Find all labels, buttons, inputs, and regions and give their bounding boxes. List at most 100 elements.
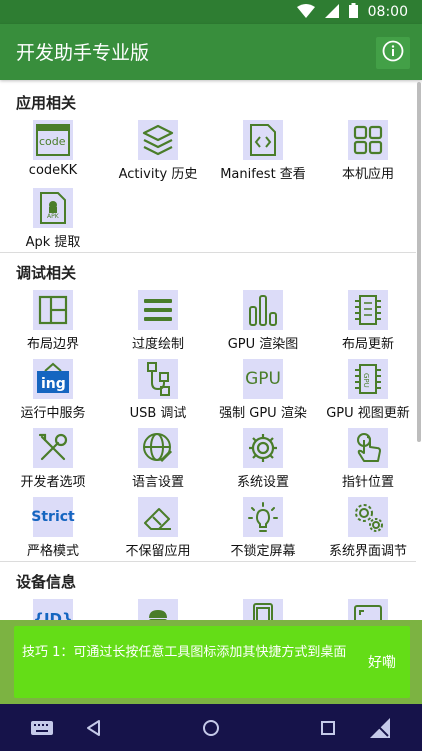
tool-gpu-render-graph[interactable]: GPU 渲染图 (210, 290, 316, 356)
layers-icon (138, 120, 178, 160)
id-icon-text: {ID} (33, 610, 73, 620)
back-icon[interactable] (78, 712, 110, 744)
gears-icon (348, 497, 388, 537)
signal-icon (324, 3, 339, 22)
apps-grid-icon (348, 120, 388, 160)
section-divider (0, 252, 416, 253)
gear-icon (243, 428, 283, 468)
code-icon: code (33, 120, 73, 160)
tool-label: 指针位置 (341, 475, 394, 490)
usb-cable-icon (138, 359, 178, 399)
battery-icon (348, 2, 358, 22)
tools-icon (33, 428, 73, 468)
strict-icon-text: Strict (31, 509, 75, 525)
tool-pointer-location[interactable]: 指针位置 (315, 428, 421, 494)
tool-device-id[interactable]: {ID} (0, 599, 106, 620)
tool-layout-update[interactable]: 布局更新 (315, 290, 421, 356)
tool-label: 系统界面调节 (328, 544, 407, 559)
tool-system-settings[interactable]: 系统设置 (210, 428, 316, 494)
tool-label: codeKK (28, 163, 78, 178)
phone-icon (243, 599, 283, 620)
tool-label: GPU 渲染图 (227, 337, 299, 352)
section-title-app: 应用相关 (16, 94, 77, 112)
tool-codekk[interactable]: code codeKK (0, 120, 106, 186)
app-bar: 开发助手专业版 (0, 24, 422, 80)
code-icon-text: code (39, 135, 66, 148)
recents-icon[interactable] (312, 712, 344, 744)
tip-text: 技巧 1：可通过长按任意工具图标添加其快捷方式到桌面 (22, 645, 347, 660)
tool-screen-info[interactable] (315, 599, 421, 620)
tool-label: 严格模式 (26, 544, 79, 559)
layout-bounds-icon (33, 290, 73, 330)
gpu-chip-icon-text: GPU (362, 373, 370, 388)
section-title-debug: 调试相关 (16, 264, 77, 282)
tool-strict-mode[interactable]: Strict 严格模式 (0, 497, 106, 563)
gpu-chip-icon: GPU (348, 359, 388, 399)
tool-apk-extract[interactable]: APK Apk 提取 (0, 188, 106, 254)
dismiss-keyboard-icon[interactable] (364, 712, 396, 744)
tool-label: Manifest 查看 (220, 167, 306, 182)
info-icon (382, 40, 404, 66)
tool-label: Apk 提取 (25, 235, 81, 250)
section-title-device: 设备信息 (16, 573, 77, 591)
tool-force-gpu[interactable]: GPU 强制 GPU 渲染 (210, 359, 316, 425)
tool-phone-info[interactable] (210, 599, 316, 620)
android-icon (138, 599, 178, 620)
tool-label: 布局更新 (341, 337, 394, 352)
services-icon-text: ing (41, 376, 66, 392)
tool-stay-awake[interactable]: 不锁定屏幕 (210, 497, 316, 563)
wifi-icon (296, 3, 315, 22)
tool-label: 不锁定屏幕 (230, 544, 296, 559)
tool-label: USB 调试 (129, 406, 187, 421)
tip-card: 技巧 1：可通过长按任意工具图标添加其快捷方式到桌面 好嘞 (14, 626, 410, 698)
gpu-icon-text: GPU (245, 369, 281, 389)
tool-activity-history[interactable]: Activity 历史 (105, 120, 211, 186)
tool-label: 本机应用 (341, 167, 394, 182)
tool-label: 过度绘制 (131, 337, 184, 352)
tool-label: 开发者选项 (20, 475, 86, 490)
tool-label: 强制 GPU 渲染 (219, 406, 307, 421)
status-time: 08:00 (367, 4, 408, 20)
gpu-text-icon: GPU (243, 359, 283, 399)
tool-label: 布局边界 (26, 337, 79, 352)
id-icon: {ID} (33, 599, 73, 620)
bar-chart-icon (243, 290, 283, 330)
apk-file-icon: APK (33, 188, 73, 228)
navigation-bar (0, 704, 422, 751)
lightbulb-icon (243, 497, 283, 537)
tip-snackbar: 技巧 1：可通过长按任意工具图标添加其快捷方式到桌面 好嘞 (0, 620, 422, 704)
menu-lines-icon (138, 290, 178, 330)
scrollbar[interactable] (417, 82, 421, 442)
layout-update-icon (348, 290, 388, 330)
tip-ok-button[interactable]: 好嘞 (368, 652, 396, 672)
tool-developer-options[interactable]: 开发者选项 (0, 428, 106, 494)
tool-usb-debug[interactable]: USB 调试 (105, 359, 211, 425)
home-icon[interactable] (195, 712, 227, 744)
status-icons: 08:00 (296, 2, 408, 22)
tool-label: 运行中服务 (20, 406, 86, 421)
tool-label: Activity 历史 (118, 167, 198, 182)
strict-text-icon: Strict (31, 497, 75, 537)
keyboard-icon[interactable] (26, 712, 58, 744)
tool-dont-keep-activities[interactable]: 不保留应用 (105, 497, 211, 563)
tool-manifest[interactable]: Manifest 查看 (210, 120, 316, 186)
tool-label: 系统设置 (236, 475, 289, 490)
tool-installed-apps[interactable]: 本机应用 (315, 120, 421, 186)
tool-language-settings[interactable]: 语言设置 (105, 428, 211, 494)
tool-system-ui-tuner[interactable]: 系统界面调节 (315, 497, 421, 563)
section-divider (0, 561, 416, 562)
screen-icon (348, 599, 388, 620)
pointer-hand-icon (348, 428, 388, 468)
tool-gpu-view-update[interactable]: GPU GPU 视图更新 (315, 359, 421, 425)
eraser-icon (138, 497, 178, 537)
info-button[interactable] (376, 37, 410, 69)
tool-list[interactable]: 应用相关 code codeKK Activity 历史 Manifest 查看 (0, 80, 422, 620)
tool-layout-bounds[interactable]: 布局边界 (0, 290, 106, 356)
tool-label: 语言设置 (131, 475, 184, 490)
tool-running-services[interactable]: ing 运行中服务 (0, 359, 106, 425)
file-code-icon (243, 120, 283, 160)
apk-icon-text: APK (47, 213, 59, 220)
tool-android-info[interactable] (105, 599, 211, 620)
tool-overdraw[interactable]: 过度绘制 (105, 290, 211, 356)
services-sign-icon: ing (33, 359, 73, 399)
